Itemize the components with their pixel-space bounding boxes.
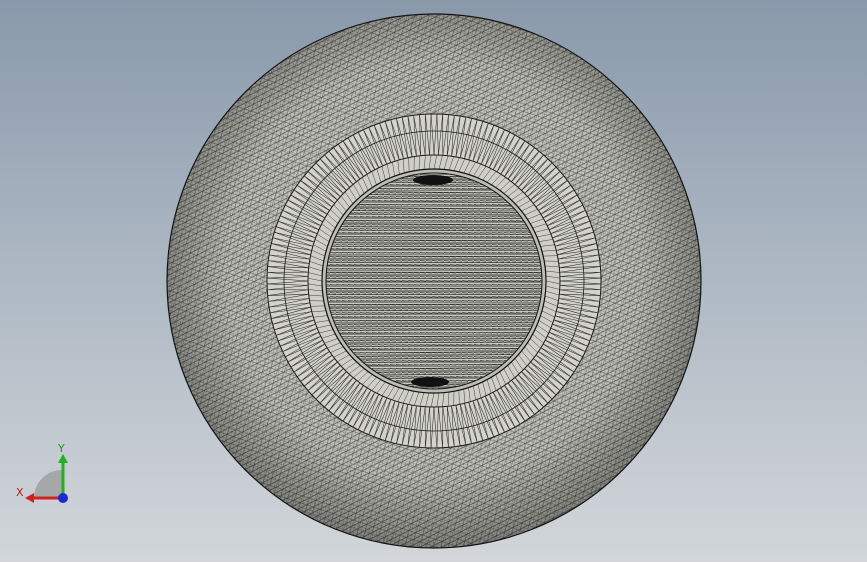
mesh-dense-spot-bottom bbox=[411, 377, 449, 387]
z-axis-dot-icon bbox=[58, 493, 68, 503]
x-axis-label: X bbox=[16, 486, 24, 499]
graphics-viewport[interactable]: X Y bbox=[0, 0, 867, 562]
mesh-dense-spot-top bbox=[413, 175, 453, 185]
orientation-triad[interactable]: X Y bbox=[10, 440, 80, 510]
model-view[interactable] bbox=[0, 0, 867, 562]
triad-plane-icon bbox=[34, 470, 62, 498]
y-axis-label: Y bbox=[58, 442, 65, 455]
